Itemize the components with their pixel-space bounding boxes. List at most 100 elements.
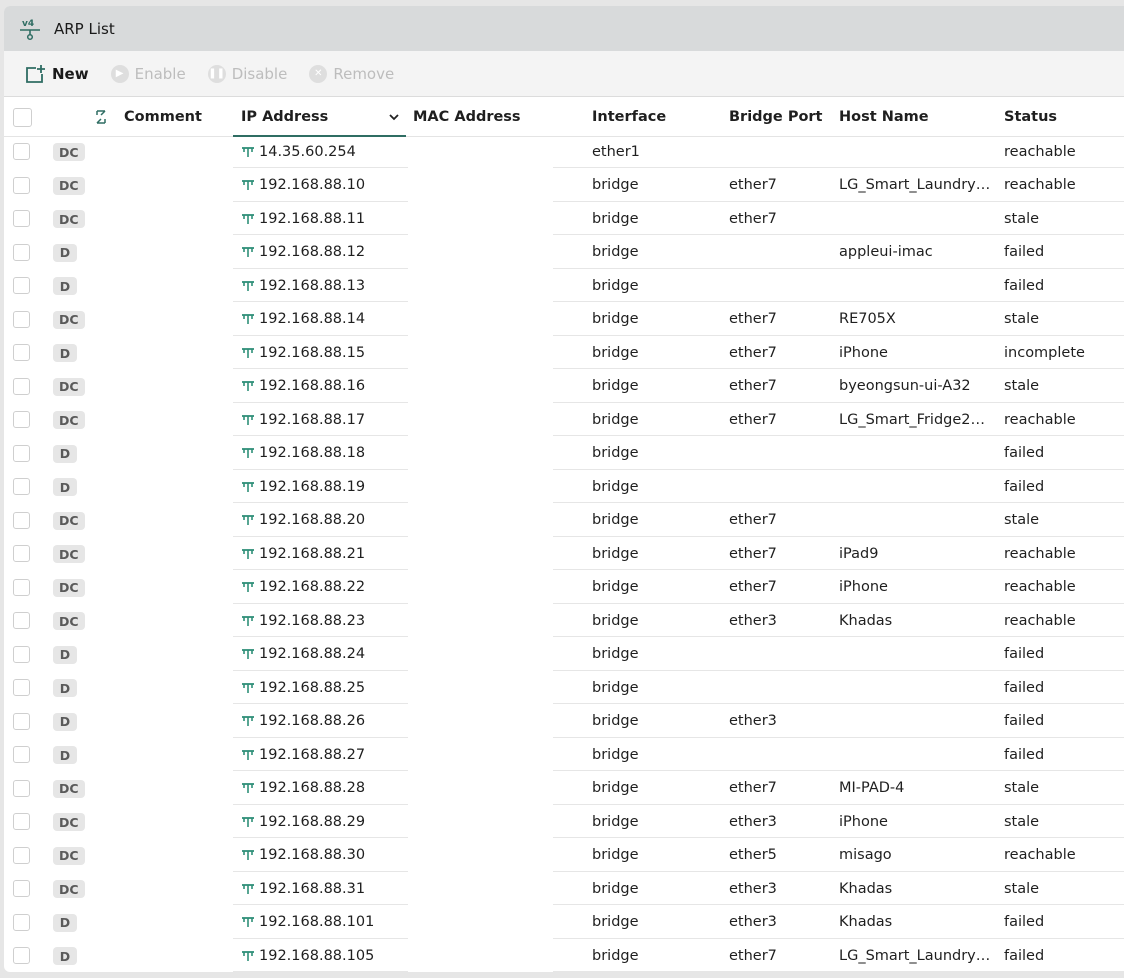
table-row[interactable]: D 192.168.88.13 bridge failed <box>4 269 1124 302</box>
table-row[interactable]: DC 192.168.88.31 bridge ether3 Khadas st… <box>4 872 1124 905</box>
interface-cell: bridge <box>592 679 639 696</box>
table-row[interactable]: DC 192.168.88.20 bridge ether7 stale <box>4 504 1124 537</box>
host-name-cell: RE705X <box>839 311 896 327</box>
bridge-port-cell: ether7 <box>729 378 777 394</box>
table-row[interactable]: D 192.168.88.101 bridge ether3 Khadas fa… <box>4 906 1124 939</box>
row-checkbox[interactable] <box>13 478 30 495</box>
host-name-cell <box>839 470 989 503</box>
flag-badge: D <box>53 712 77 731</box>
table-row[interactable]: D 192.168.88.18 bridge failed <box>4 437 1124 470</box>
table-row[interactable]: DC 192.168.88.29 bridge ether3 iPhone st… <box>4 805 1124 838</box>
row-checkbox[interactable] <box>13 679 30 696</box>
flag-badge: DC <box>53 210 85 228</box>
table-row[interactable]: DC 192.168.88.11 bridge ether7 stale <box>4 202 1124 235</box>
flag-badge: DC <box>53 612 85 630</box>
bridge-port-cell: ether7 <box>729 344 777 361</box>
row-checkbox[interactable] <box>13 712 30 730</box>
col-comment[interactable]: Comment <box>124 98 202 136</box>
enable-button[interactable]: ▶ Enable <box>110 64 186 83</box>
table-row[interactable]: DC 192.168.88.14 bridge ether7 RE705X st… <box>4 303 1124 336</box>
table-row[interactable]: DC 192.168.88.23 bridge ether3 Khadas re… <box>4 604 1124 637</box>
table-row[interactable]: DC 192.168.88.22 bridge ether7 iPhone re… <box>4 571 1124 604</box>
row-checkbox[interactable] <box>13 813 30 830</box>
row-checkbox[interactable] <box>13 578 30 596</box>
host-name-cell <box>839 638 989 671</box>
table-row[interactable]: D 192.168.88.19 bridge failed <box>4 470 1124 503</box>
flag-badge: DC <box>53 411 85 429</box>
col-status[interactable]: Status <box>1004 98 1057 136</box>
status-cell: failed <box>1004 244 1045 260</box>
row-checkbox[interactable] <box>13 377 30 395</box>
table-row[interactable]: DC 192.168.88.16 bridge ether7 byeongsun… <box>4 370 1124 403</box>
row-checkbox[interactable] <box>13 176 30 194</box>
interface-cell: bridge <box>592 478 639 495</box>
table-row[interactable]: D 192.168.88.27 bridge failed <box>4 738 1124 771</box>
interface-cell: bridge <box>592 612 639 629</box>
row-checkbox[interactable] <box>13 612 30 629</box>
row-checkbox[interactable] <box>13 779 30 797</box>
table-row[interactable]: D 192.168.88.105 bridge ether7 LG_Smart_… <box>4 939 1124 972</box>
table-row[interactable]: D 192.168.88.12 bridge appleui-imac fail… <box>4 236 1124 269</box>
bridge-port-cell: ether3 <box>729 813 777 830</box>
ip-pin-icon <box>241 347 255 359</box>
col-host-name[interactable]: Host Name <box>839 98 929 136</box>
row-checkbox[interactable] <box>13 511 30 529</box>
table-row[interactable]: D 192.168.88.24 bridge failed <box>4 638 1124 671</box>
table-row[interactable]: DC 14.35.60.254 ether1 reachable <box>4 135 1124 168</box>
row-checkbox[interactable] <box>13 243 30 261</box>
new-button[interactable]: New <box>24 64 89 84</box>
window-titlebar: v4 ARP List <box>4 6 1124 51</box>
ip-address-value: 192.168.88.23 <box>259 612 366 629</box>
ip-address-value: 192.168.88.17 <box>259 411 366 428</box>
ip-address-cell: 192.168.88.18 <box>241 437 365 470</box>
table-row[interactable]: DC 192.168.88.28 bridge ether7 MI-PAD-4 … <box>4 772 1124 805</box>
row-divider <box>553 971 1124 972</box>
table-row[interactable]: DC 192.168.88.10 bridge ether7 LG_Smart_… <box>4 169 1124 202</box>
svg-text:v4: v4 <box>22 19 34 29</box>
ip-address-value: 192.168.88.22 <box>259 579 366 595</box>
table-row[interactable]: DC 192.168.88.21 bridge ether7 iPad9 rea… <box>4 537 1124 570</box>
ip-pin-icon <box>241 715 255 727</box>
row-checkbox[interactable] <box>13 880 30 897</box>
select-all-checkbox[interactable] <box>13 98 32 136</box>
host-name-cell: Khadas <box>839 880 893 897</box>
row-checkbox[interactable] <box>13 277 30 294</box>
host-name-cell: MI-PAD-4 <box>839 780 905 796</box>
table-row[interactable]: D 192.168.88.15 bridge ether7 iPhone inc… <box>4 336 1124 369</box>
ip-address-value: 192.168.88.11 <box>259 210 366 227</box>
row-checkbox[interactable] <box>13 645 30 663</box>
status-cell: failed <box>1004 646 1045 662</box>
host-name-cell: LG_Smart_Fridge2… <box>839 411 986 428</box>
table-row[interactable]: D 192.168.88.25 bridge failed <box>4 671 1124 704</box>
row-checkbox[interactable] <box>13 846 30 864</box>
remove-button[interactable]: ✕ Remove <box>309 64 394 83</box>
host-name-cell: Khadas <box>839 612 893 629</box>
comment-toggle-icon[interactable] <box>94 98 110 136</box>
ip-pin-icon <box>241 816 255 828</box>
row-divider <box>233 971 408 972</box>
disable-button[interactable]: ❚❚ Disable <box>207 64 287 83</box>
row-checkbox[interactable] <box>13 444 30 462</box>
ip-pin-icon <box>241 514 255 526</box>
table-row[interactable]: D 192.168.88.26 bridge ether3 failed <box>4 705 1124 738</box>
pause-icon: ❚❚ <box>207 64 226 83</box>
col-mac-address[interactable]: MAC Address <box>413 98 521 136</box>
status-cell: stale <box>1004 210 1040 227</box>
row-checkbox[interactable] <box>13 210 30 227</box>
ip-pin-icon <box>241 447 255 459</box>
row-checkbox[interactable] <box>13 545 30 562</box>
row-checkbox[interactable] <box>13 310 30 328</box>
row-checkbox[interactable] <box>13 947 30 964</box>
table-row[interactable]: DC 192.168.88.17 bridge ether7 LG_Smart_… <box>4 403 1124 436</box>
row-checkbox[interactable] <box>13 344 30 361</box>
table-row[interactable]: DC 192.168.88.30 bridge ether5 misago re… <box>4 839 1124 872</box>
interface-cell: bridge <box>592 545 639 562</box>
row-checkbox[interactable] <box>13 143 30 160</box>
ip-pin-icon <box>241 883 255 895</box>
row-checkbox[interactable] <box>13 913 30 931</box>
status-cell: stale <box>1004 780 1040 796</box>
row-checkbox[interactable] <box>13 411 30 428</box>
col-interface[interactable]: Interface <box>592 98 666 136</box>
col-bridge-port[interactable]: Bridge Port <box>729 98 823 136</box>
row-checkbox[interactable] <box>13 746 30 763</box>
